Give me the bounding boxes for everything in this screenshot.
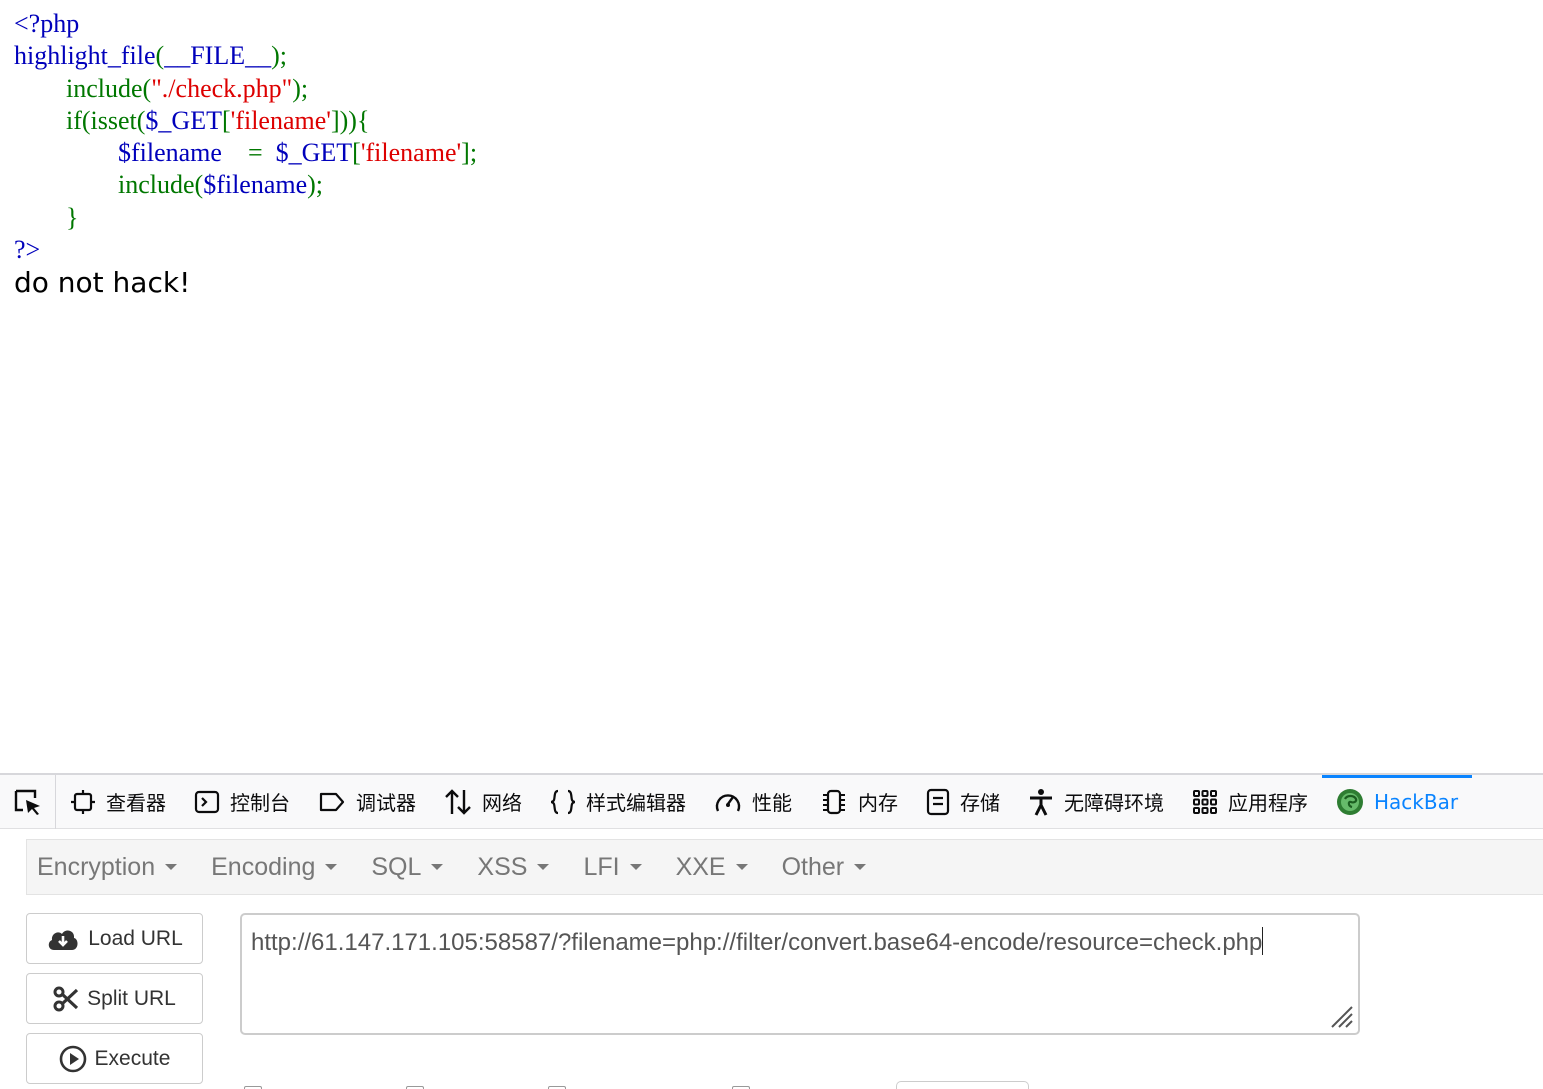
tab-label: 调试器 <box>356 791 416 815</box>
cloud-download-icon <box>49 930 78 950</box>
tab-style-editor[interactable]: 样式编辑器 <box>536 775 700 829</box>
tab-application[interactable]: 应用程序 <box>1178 775 1322 829</box>
bracket: ]; <box>461 138 478 168</box>
menu-label: XSS <box>477 852 528 881</box>
network-icon <box>445 788 471 815</box>
storage-icon <box>926 788 950 815</box>
tab-inspector[interactable]: 查看器 <box>56 775 180 829</box>
get-var: $_GET <box>145 105 222 135</box>
hackbar-menu-bar: Encryption Encoding SQL XSS LFI XXE Othe… <box>26 839 1543 895</box>
caret-down-icon <box>629 864 642 870</box>
menu-encryption[interactable]: Encryption <box>37 852 178 882</box>
filename-var: $filename <box>203 170 308 200</box>
paren: ( <box>155 41 165 71</box>
get-var: $_GET <box>275 138 353 168</box>
tab-label: 存储 <box>960 791 1000 815</box>
highlight-file-call: highlight_file <box>14 41 156 71</box>
tab-performance[interactable]: 性能 <box>700 775 806 829</box>
tab-debugger[interactable]: 调试器 <box>304 775 430 829</box>
tab-label: 控制台 <box>230 791 290 815</box>
performance-icon <box>715 793 741 811</box>
scissors-icon <box>53 986 79 1011</box>
devtools-tab-bar: 查看器 控制台 调试器 网络 样式编辑器 性能 内存 存储 无障碍环境 应用程序… <box>0 774 1543 829</box>
bracket: [ <box>352 138 361 168</box>
devtools-panel: 查看器 控制台 调试器 网络 样式编辑器 性能 内存 存储 无障碍环境 应用程序… <box>0 773 1543 1089</box>
caret-down-icon <box>854 864 867 870</box>
menu-label: Other <box>781 852 845 881</box>
button-label: Load URL <box>88 926 183 950</box>
tab-console[interactable]: 控制台 <box>180 775 304 829</box>
menu-label: Encryption <box>37 852 156 881</box>
tab-label: 应用程序 <box>1228 791 1308 815</box>
split-url-button[interactable]: Split URL <box>26 973 203 1024</box>
paren: ); <box>271 41 287 71</box>
url-textarea[interactable]: http://61.147.171.105:58587/?filename=ph… <box>240 913 1360 1035</box>
clear-all-button[interactable] <box>896 1081 1029 1089</box>
filename-key: 'filename' <box>360 138 462 168</box>
element-picker-button[interactable] <box>0 774 56 829</box>
inspector-icon <box>71 789 95 814</box>
tab-label: 查看器 <box>106 791 166 815</box>
menu-label: LFI <box>583 852 620 881</box>
caret-down-icon <box>431 864 444 870</box>
menu-sql[interactable]: SQL <box>371 852 444 882</box>
tab-label: 内存 <box>858 791 898 815</box>
tab-label: HackBar <box>1374 789 1459 814</box>
file-constant: __FILE__ <box>164 41 272 71</box>
include-keyword: include( <box>66 73 152 103</box>
console-icon <box>194 790 220 813</box>
close-brace: } <box>66 202 79 232</box>
url-text: http://61.147.171.105:58587/?filename=ph… <box>251 929 1263 956</box>
php-close-tag: ?> <box>14 235 41 265</box>
check-php-string: "./check.php" <box>151 73 293 103</box>
output-message: do not hack! <box>14 266 191 299</box>
load-url-button[interactable]: Load URL <box>26 913 203 964</box>
paren: ); <box>307 170 324 200</box>
resize-grip-icon[interactable] <box>1328 1003 1354 1029</box>
tab-label: 样式编辑器 <box>586 791 686 815</box>
tab-label: 网络 <box>482 791 522 815</box>
style-editor-icon <box>550 789 576 814</box>
play-circle-icon <box>59 1045 86 1072</box>
tab-accessibility[interactable]: 无障碍环境 <box>1014 775 1178 829</box>
menu-encoding[interactable]: Encoding <box>211 852 338 882</box>
tab-storage[interactable]: 存储 <box>912 775 1014 829</box>
application-icon <box>1193 789 1217 814</box>
bracket: [ <box>221 105 231 135</box>
filename-var: $filename <box>118 138 222 168</box>
tab-hackbar[interactable]: HackBar <box>1322 774 1473 829</box>
button-label: Split URL <box>87 986 176 1010</box>
caret-down-icon <box>165 864 178 870</box>
menu-label: Encoding <box>211 852 316 881</box>
php-open-tag: <?php <box>14 9 80 38</box>
hackbar-icon <box>1337 788 1363 815</box>
assign-op: = <box>247 138 263 168</box>
memory-icon <box>823 789 845 814</box>
if-isset-keyword: if(isset( <box>66 105 146 135</box>
menu-xxe[interactable]: XXE <box>676 853 748 882</box>
execute-button[interactable]: Execute <box>26 1033 203 1084</box>
tab-label: 性能 <box>752 791 792 815</box>
menu-other[interactable]: Other <box>782 853 867 882</box>
tab-memory[interactable]: 内存 <box>806 775 912 829</box>
element-picker-icon <box>14 789 40 815</box>
accessibility-icon <box>1030 788 1052 816</box>
menu-label: SQL <box>371 852 422 881</box>
debugger-icon <box>319 792 345 811</box>
tab-label: 无障碍环境 <box>1064 791 1164 815</box>
caret-down-icon <box>735 864 748 870</box>
caret-down-icon <box>325 864 338 870</box>
caret-down-icon <box>537 864 550 870</box>
text-cursor <box>1262 927 1264 955</box>
tab-network[interactable]: 网络 <box>430 775 536 829</box>
button-label: Execute <box>94 1046 171 1070</box>
menu-label: XXE <box>675 852 726 881</box>
bracket: ])){ <box>330 105 370 135</box>
menu-xss[interactable]: XSS <box>477 852 550 882</box>
include-keyword: include( <box>118 170 204 200</box>
paren: ); <box>292 73 309 103</box>
menu-lfi[interactable]: LFI <box>583 852 642 882</box>
filename-key: 'filename' <box>230 105 331 135</box>
php-source-code: <?php highlight_file(__FILE__); include(… <box>14 8 477 266</box>
